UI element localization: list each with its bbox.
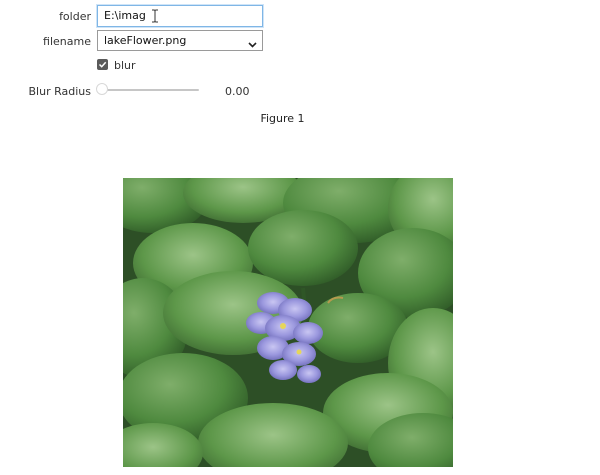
checkmark-icon	[98, 61, 107, 68]
chevron-down-icon	[248, 36, 257, 48]
blur-checkbox[interactable]	[97, 59, 108, 70]
filename-dropdown[interactable]: lakeFlower.png	[97, 30, 263, 51]
text-cursor-icon	[151, 9, 159, 23]
blur-radius-value: 0.00	[225, 85, 250, 98]
folder-input[interactable]: E:\imag	[97, 5, 263, 27]
lake-flower-photo	[123, 178, 453, 467]
widget-panel: folder E:\imag filename lakeFlower.png b…	[0, 0, 600, 475]
blur-radius-slider-track[interactable]	[102, 89, 199, 91]
folder-label: folder	[59, 10, 91, 23]
blur-radius-label: Blur Radius	[28, 85, 91, 98]
folder-input-value: E:\imag	[104, 9, 146, 22]
blur-label: blur	[114, 59, 136, 72]
filename-selected-value: lakeFlower.png	[104, 34, 187, 47]
figure-image	[123, 178, 453, 467]
filename-label: filename	[43, 35, 91, 48]
blur-radius-slider-handle[interactable]	[96, 83, 108, 95]
figure-title: Figure 1	[260, 112, 305, 125]
